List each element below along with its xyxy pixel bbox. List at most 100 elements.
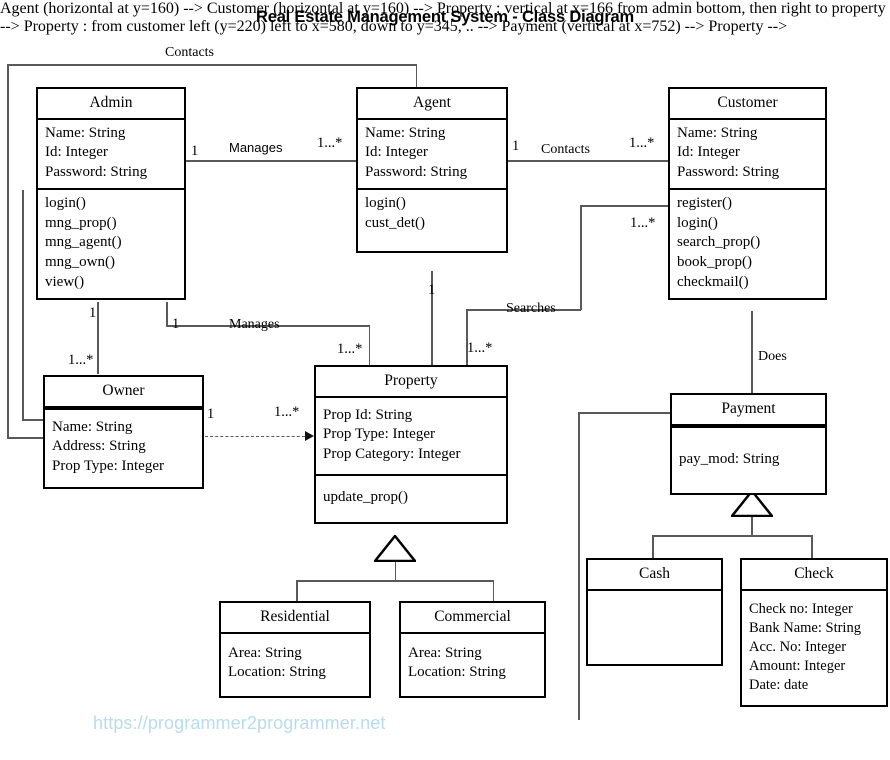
connector-admin-manages-property-drop: [368, 325, 371, 365]
multiplicity-customer-searches-source: 1...*: [630, 215, 656, 231]
attribute: Id: Integer: [365, 144, 428, 161]
class-box-agent[interactable]: Agent Name: String Id: Integer Password:…: [356, 87, 508, 254]
multiplicity-admin-to-owner-target: 1...*: [68, 352, 94, 368]
connector-customer-searches-top: [580, 205, 668, 207]
class-attributes-payment: pay_mod: String: [672, 428, 825, 494]
class-attributes-agent: Name: String Id: Integer Password: Strin…: [358, 120, 506, 188]
connector-payment-gen-stem: [751, 516, 753, 536]
connector-property-gen-bar: [296, 580, 494, 582]
connector-admin-manages-property-vertical: [166, 302, 168, 326]
multiplicity-admin-to-agent-target: 1...*: [317, 135, 343, 151]
attribute: Password: String: [677, 164, 780, 181]
connector-contacts-top-vertical-right: [415, 64, 418, 88]
class-box-residential[interactable]: Residential Area: String Location: Strin…: [219, 601, 371, 699]
association-label-customer-does-payment: Does: [758, 349, 787, 364]
connector-customer-searches-vertical-a: [580, 205, 582, 310]
connector-contacts-top-horizontal: [7, 64, 417, 66]
connector-gen-to-check: [811, 535, 813, 558]
attribute: Check no: Integer: [749, 600, 853, 617]
attribute: Name: String: [677, 124, 758, 141]
class-attributes-cash: [588, 591, 721, 664]
attribute: Bank Name: String: [749, 619, 861, 636]
method: search_prop(): [677, 234, 761, 251]
attribute: Id: Integer: [45, 144, 108, 161]
class-attributes-owner: Name: String Address: String Prop Type: …: [45, 410, 202, 487]
method: cust_det(): [365, 214, 425, 231]
class-box-cash[interactable]: Cash: [586, 558, 723, 666]
connector-secondary-to-owner: [22, 419, 44, 421]
class-box-check[interactable]: Check Check no: Integer Bank Name: Strin…: [740, 558, 888, 708]
attribute: Amount: Integer: [749, 657, 846, 674]
class-methods-admin: login() mng_prop() mng_agent() mng_own()…: [38, 190, 184, 298]
association-label-admin-manages-agent: Manages: [229, 140, 283, 155]
class-box-commercial[interactable]: Commercial Area: String Location: String: [399, 601, 546, 699]
attribute: Date: date: [749, 677, 809, 693]
connector-admin-to-owner: [97, 302, 99, 374]
class-methods-agent: login() cust_det(): [358, 190, 506, 252]
multiplicity-agent-to-customer-target: 1...*: [629, 135, 655, 151]
class-box-payment[interactable]: Payment pay_mod: String: [670, 393, 827, 496]
connector-property-gen-stem: [394, 561, 397, 581]
class-box-property[interactable]: Property Prop Id: String Prop Type: Inte…: [314, 365, 508, 524]
connector-contacts-left-spine: [7, 64, 9, 439]
attribute: Name: String: [45, 124, 126, 141]
multiplicity-customer-searches-target: 1...*: [467, 340, 493, 356]
class-box-owner[interactable]: Owner Name: String Address: String Prop …: [43, 375, 204, 489]
multiplicity-owner-to-property-target: 1...*: [274, 404, 300, 420]
attribute: Acc. No: Integer: [749, 638, 847, 655]
class-box-admin[interactable]: Admin Name: String Id: Integer Password:…: [36, 87, 186, 300]
multiplicity-agent-to-customer-source: 1: [512, 138, 520, 154]
class-attributes-property: Prop Id: String Prop Type: Integer Prop …: [316, 398, 506, 474]
association-label-customer-searches-property: Searches: [506, 301, 556, 316]
association-label-agent-contacts-customer: Contacts: [541, 142, 590, 157]
connector-customer-searches-vertical-b: [466, 309, 468, 366]
class-name-commercial: Commercial: [434, 608, 511, 625]
method: view(): [45, 274, 85, 291]
attribute: Name: String: [52, 418, 133, 435]
connector-payment-left-horizontal: [578, 412, 670, 414]
method: register(): [677, 194, 732, 211]
attribute: Area: String: [408, 644, 482, 661]
attribute: Address: String: [52, 438, 146, 455]
connector-payment-left-vertical: [578, 412, 580, 720]
connector-owner-to-property-arrowhead: [305, 431, 314, 441]
connector-agent-contacts-customer: [508, 160, 668, 162]
method: book_prop(): [677, 254, 752, 271]
class-attributes-residential: Area: String Location: String: [221, 634, 369, 697]
multiplicity-admin-to-property-target: 1...*: [337, 341, 363, 357]
attribute: Area: String: [228, 644, 302, 661]
connector-left-spine-secondary: [22, 190, 24, 420]
method: login(): [45, 194, 86, 211]
method: mng_prop(): [45, 214, 117, 231]
generalization-triangle-property: [374, 535, 416, 562]
attribute: pay_mod: String: [679, 450, 780, 467]
method: login(): [677, 214, 718, 231]
multiplicity-admin-to-property-source: 1: [172, 316, 180, 332]
connector-gen-to-cash: [652, 535, 654, 558]
watermark-url: https://programmer2programmer.net: [93, 713, 386, 733]
connector-owner-to-property-dashed: [205, 436, 310, 437]
connector-customer-does-payment: [751, 311, 753, 393]
method: login(): [365, 194, 406, 211]
attribute: Password: String: [365, 164, 468, 181]
attribute: Prop Category: Integer: [323, 446, 461, 463]
class-name-property: Property: [384, 372, 438, 389]
method: checkmail(): [677, 274, 749, 291]
attribute: Location: String: [228, 664, 326, 681]
connector-gen-to-residential: [296, 580, 298, 602]
class-methods-customer: register() login() search_prop() book_pr…: [670, 190, 825, 298]
class-attributes-admin: Name: String Id: Integer Password: Strin…: [38, 120, 184, 188]
class-name-owner: Owner: [102, 382, 145, 399]
attribute: Location: String: [408, 664, 506, 681]
attribute: Password: String: [45, 164, 148, 181]
class-attributes-customer: Name: String Id: Integer Password: Strin…: [670, 120, 825, 188]
association-label-admin-manages-property: Manages: [229, 317, 280, 332]
multiplicity-admin-to-owner-source: 1: [89, 305, 97, 321]
attribute: Id: Integer: [677, 144, 740, 161]
class-box-customer[interactable]: Customer Name: String Id: Integer Passwo…: [668, 87, 827, 300]
class-name-agent: Agent: [413, 94, 451, 111]
class-name-cash: Cash: [639, 565, 670, 582]
class-name-customer: Customer: [717, 94, 778, 111]
attribute: Prop Type: Integer: [323, 426, 435, 443]
attribute: Prop Type: Integer: [52, 458, 164, 475]
